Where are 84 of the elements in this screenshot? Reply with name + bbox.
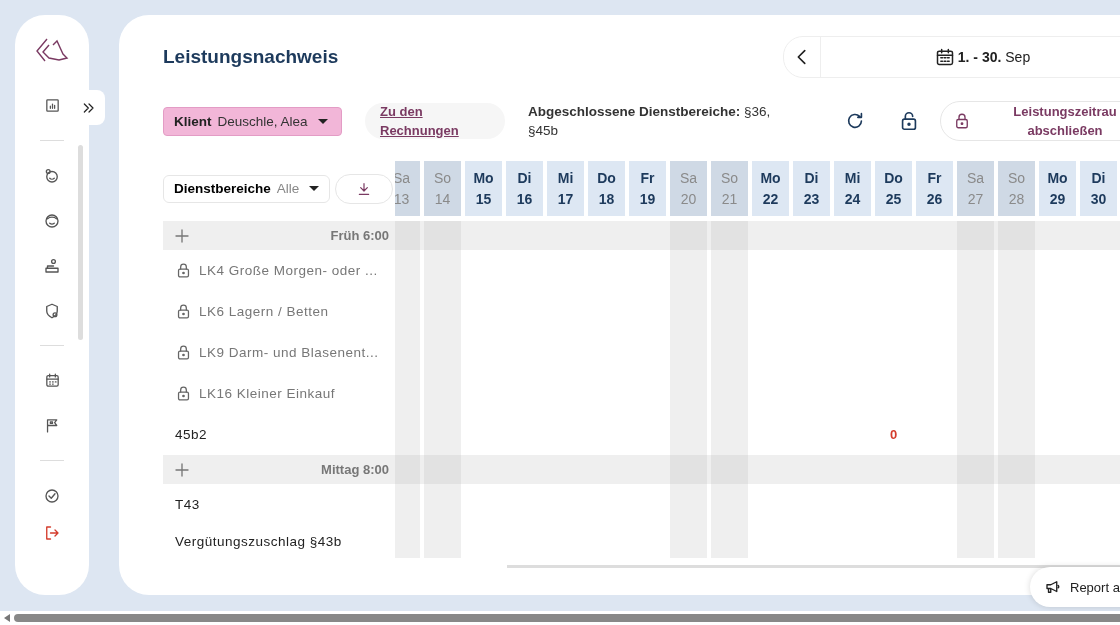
- lock-period-button[interactable]: Leistungszeitrau abschließen: [940, 101, 1120, 141]
- invoices-link[interactable]: Zu den Rechnungen: [380, 102, 470, 140]
- weekend-cell: [711, 221, 748, 250]
- scroll-left-icon[interactable]: [4, 614, 10, 622]
- horizontal-scrollbar[interactable]: [507, 565, 1120, 568]
- day-header: Mo 22: [752, 161, 789, 216]
- weekend-cell: [711, 455, 748, 484]
- day-header: So 21: [711, 161, 748, 216]
- weekend-cell: [998, 250, 1035, 291]
- service-areas-dropdown[interactable]: Dienstbereiche Alle: [163, 174, 330, 203]
- padlock-icon: [953, 112, 971, 130]
- sidebar-scrollbar[interactable]: [78, 145, 83, 340]
- group-label: Mittag 8:00: [321, 462, 389, 477]
- weekend-cell: [424, 455, 461, 484]
- weekend-cell: [670, 455, 707, 484]
- weekend-cell: [424, 221, 461, 250]
- service-label: Vergütungszuschlag §43b: [175, 534, 342, 549]
- day-header: Mi 24: [834, 161, 871, 216]
- calendar-icon[interactable]: [43, 372, 61, 389]
- weekend-cell: [711, 414, 748, 455]
- service-label: LK6 Lagern / Betten: [199, 304, 329, 319]
- padlock-icon: [175, 344, 192, 361]
- day-header: Di 16: [506, 161, 543, 216]
- check-circle-icon[interactable]: [43, 486, 61, 505]
- weekend-cell: [424, 484, 461, 525]
- day-header: Do 18: [588, 161, 625, 216]
- day-header: Do 25: [875, 161, 912, 216]
- day-header: Di 23: [793, 161, 830, 216]
- weekend-cell: [998, 455, 1035, 484]
- weekend-cell: [711, 250, 748, 291]
- chart-icon[interactable]: [43, 97, 61, 114]
- day-header: So 28: [998, 161, 1035, 216]
- day-header: Mo 15: [465, 161, 502, 216]
- day-header: So 14: [424, 161, 461, 216]
- day-header: Fr 26: [916, 161, 953, 216]
- report-button[interactable]: Report a: [1030, 567, 1120, 607]
- service-label: T43: [175, 497, 200, 512]
- page-scrollbar[interactable]: [14, 614, 1120, 622]
- weekend-cell: [670, 250, 707, 291]
- closed-service-areas-text: Abgeschlossene Dienstbereiche: §36, §45b: [528, 103, 772, 140]
- weekend-cell: [424, 414, 461, 455]
- group-label: Früh 6:00: [330, 228, 389, 243]
- weekend-cell: [998, 221, 1035, 250]
- client-dropdown[interactable]: Klient Deuschle, Alea: [163, 106, 342, 136]
- service-label: LK4 Große Morgen- oder ...: [199, 263, 378, 278]
- weekend-cell: [957, 414, 994, 455]
- day-header: Mo 29: [1039, 161, 1076, 216]
- megaphone-icon: [1044, 578, 1062, 596]
- weekend-cell: [998, 414, 1035, 455]
- day-header: Mi 17: [547, 161, 584, 216]
- calendar-icon[interactable]: [934, 47, 955, 67]
- weekend-cell: [957, 250, 994, 291]
- weekend-cell: [670, 414, 707, 455]
- shield-icon[interactable]: [43, 301, 61, 320]
- weekend-cell: [670, 484, 707, 525]
- weekend-cell: [424, 250, 461, 291]
- logout-icon[interactable]: [43, 524, 61, 542]
- download-icon: [356, 180, 372, 197]
- plus-icon: [173, 460, 191, 479]
- day-header: Fr 19: [629, 161, 666, 216]
- padlock-icon: [175, 303, 192, 320]
- weekend-cell: [670, 221, 707, 250]
- service-label: LK9 Darm- und Blasenent...: [199, 345, 379, 360]
- face-icon[interactable]: [43, 211, 61, 230]
- plus-icon: [173, 226, 191, 245]
- weekend-cell: [998, 484, 1035, 525]
- weekend-cell: [957, 221, 994, 250]
- smiling-face-icon[interactable]: [43, 166, 61, 185]
- add-button[interactable]: [173, 226, 191, 245]
- weekend-cell: [957, 484, 994, 525]
- date-range-label: 1. - 30. Sep: [957, 49, 1031, 65]
- day-header: Sa 27: [957, 161, 994, 216]
- service-label: LK16 Kleiner Einkauf: [199, 386, 336, 401]
- day-header: Di 30: [1080, 161, 1117, 216]
- weekend-cell: [957, 455, 994, 484]
- day-header: Sa 20: [670, 161, 707, 216]
- page-title: Leistungsnachweis: [163, 46, 340, 68]
- cell-value: 0: [889, 427, 898, 442]
- add-button[interactable]: [173, 460, 191, 479]
- weekend-cell: [711, 484, 748, 525]
- padlock-icon: [175, 385, 192, 402]
- padlock-icon: [175, 262, 192, 279]
- person-desk-icon[interactable]: [43, 256, 61, 275]
- service-label: 45b2: [175, 427, 208, 442]
